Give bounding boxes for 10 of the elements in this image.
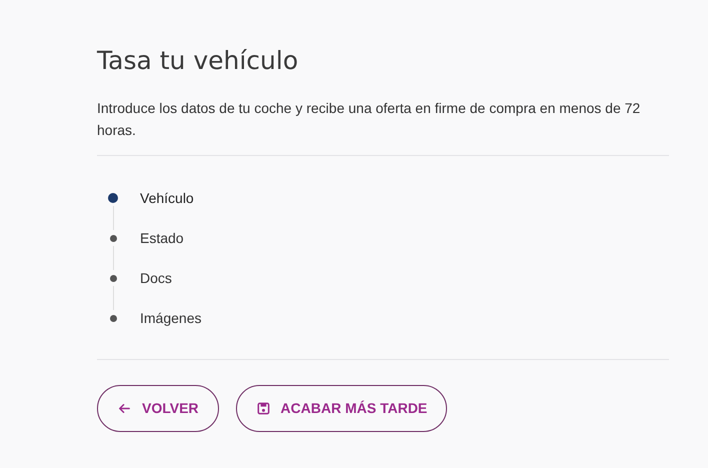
save-later-button[interactable]: ACABAR MÁS TARDE [236, 385, 448, 432]
step-label[interactable]: Estado [140, 228, 184, 248]
back-button[interactable]: VOLVER [97, 385, 219, 432]
step-label[interactable]: Vehículo [140, 188, 194, 208]
description: Introduce los datos de tu coche y recibe una oferta en firme de compra en menos de 72 horas. [97, 99, 642, 140]
arrow-left-icon [117, 401, 132, 416]
step-label[interactable]: Imágenes [140, 308, 202, 328]
step-label[interactable]: Docs [140, 268, 172, 288]
save-icon [256, 401, 271, 416]
page-title: Tasa tu vehículo [97, 45, 300, 77]
